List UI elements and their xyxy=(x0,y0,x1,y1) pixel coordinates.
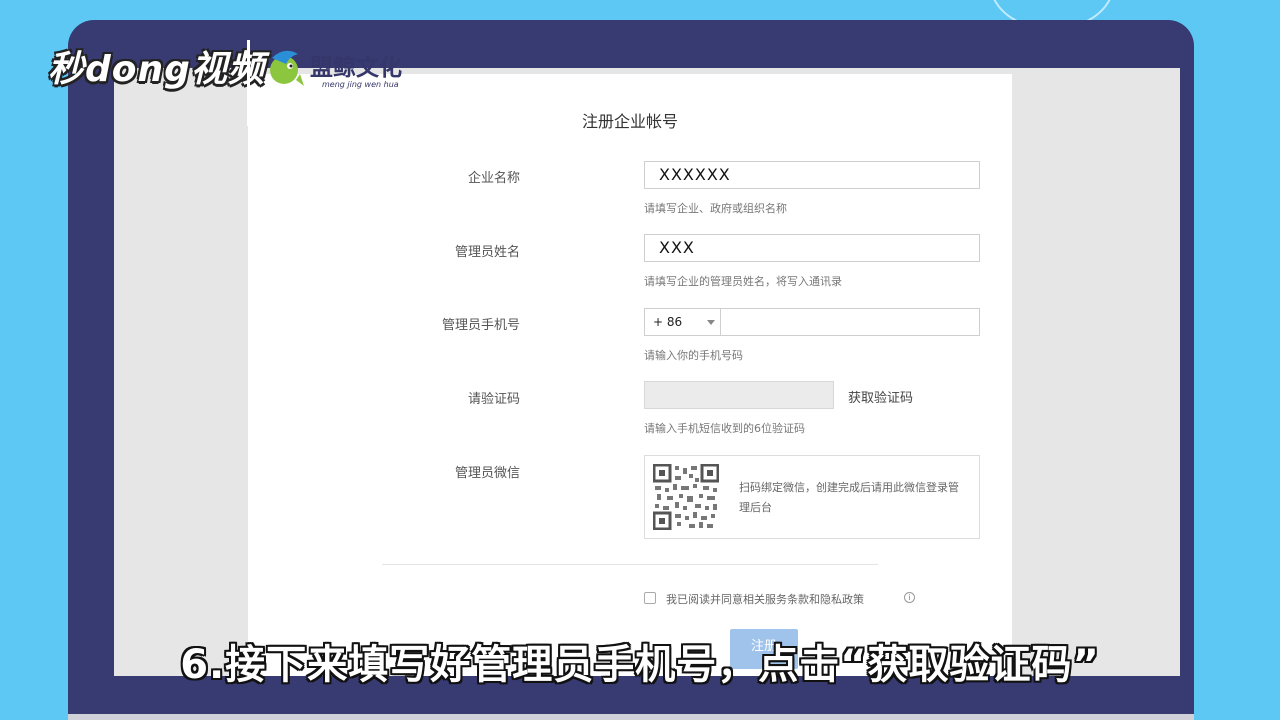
company-name-label: 企业名称 xyxy=(467,171,520,186)
get-code-button[interactable]: 获取验证码 xyxy=(848,387,913,406)
company-name-hint: 请填写企业、政府或组织名称 xyxy=(644,202,787,215)
admin-wechat-label: 管理员微信 xyxy=(454,466,520,481)
video-caption: 6.接下来填写好管理员手机号，点击“获取验证码” xyxy=(180,642,1100,688)
channel-logo: 秒dong视频 xyxy=(48,49,265,90)
admin-phone-input[interactable] xyxy=(723,309,979,335)
studio-logo: 盟鲸文化 xyxy=(310,55,402,81)
wechat-bind-box: 扫码绑定微信，创建完成后请用此微信登录管理后台 xyxy=(644,455,980,539)
laptop-base xyxy=(68,714,1194,720)
browser-screen: 注册企业帐号 企业名称 XXXXXX 请填写企业、政府或组织名称 管理员姓名 X… xyxy=(114,68,1180,676)
admin-name-hint: 请填写企业的管理员姓名，将写入通讯录 xyxy=(644,275,842,288)
studio-logo-subtitle: meng jing wen hua xyxy=(322,80,399,89)
company-name-input[interactable]: XXXXXX xyxy=(644,161,980,189)
wechat-bind-instructions: 扫码绑定微信，创建完成后请用此微信登录管理后台 xyxy=(739,481,959,514)
admin-name-input[interactable]: XXX xyxy=(644,234,980,262)
admin-phone-field: + 86 xyxy=(644,308,980,336)
info-icon[interactable]: i xyxy=(904,592,915,603)
page-title: 注册企业帐号 xyxy=(581,112,678,131)
admin-phone-label: 管理员手机号 xyxy=(441,318,520,333)
sms-code-input[interactable] xyxy=(644,381,834,409)
chevron-down-icon xyxy=(707,320,715,325)
admin-phone-hint: 请输入你的手机号码 xyxy=(644,349,743,362)
agreement-text[interactable]: 我已阅读并同意相关服务条款和隐私政策 xyxy=(666,591,864,607)
whale-mascot-icon xyxy=(270,50,304,86)
admin-name-label: 管理员姓名 xyxy=(454,245,520,260)
tutorial-arrow-icon xyxy=(372,346,432,404)
sms-code-hint: 请输入手机短信收到的6位验证码 xyxy=(644,422,805,435)
country-code-value: + 86 xyxy=(653,315,683,329)
qr-code-icon[interactable] xyxy=(653,464,719,530)
registration-form: 注册企业帐号 企业名称 XXXXXX 请填写企业、政府或组织名称 管理员姓名 X… xyxy=(248,74,1012,676)
divider xyxy=(382,564,878,565)
country-code-select[interactable]: + 86 xyxy=(645,309,721,335)
logo-divider xyxy=(247,40,250,126)
agreement-checkbox[interactable] xyxy=(644,592,656,604)
